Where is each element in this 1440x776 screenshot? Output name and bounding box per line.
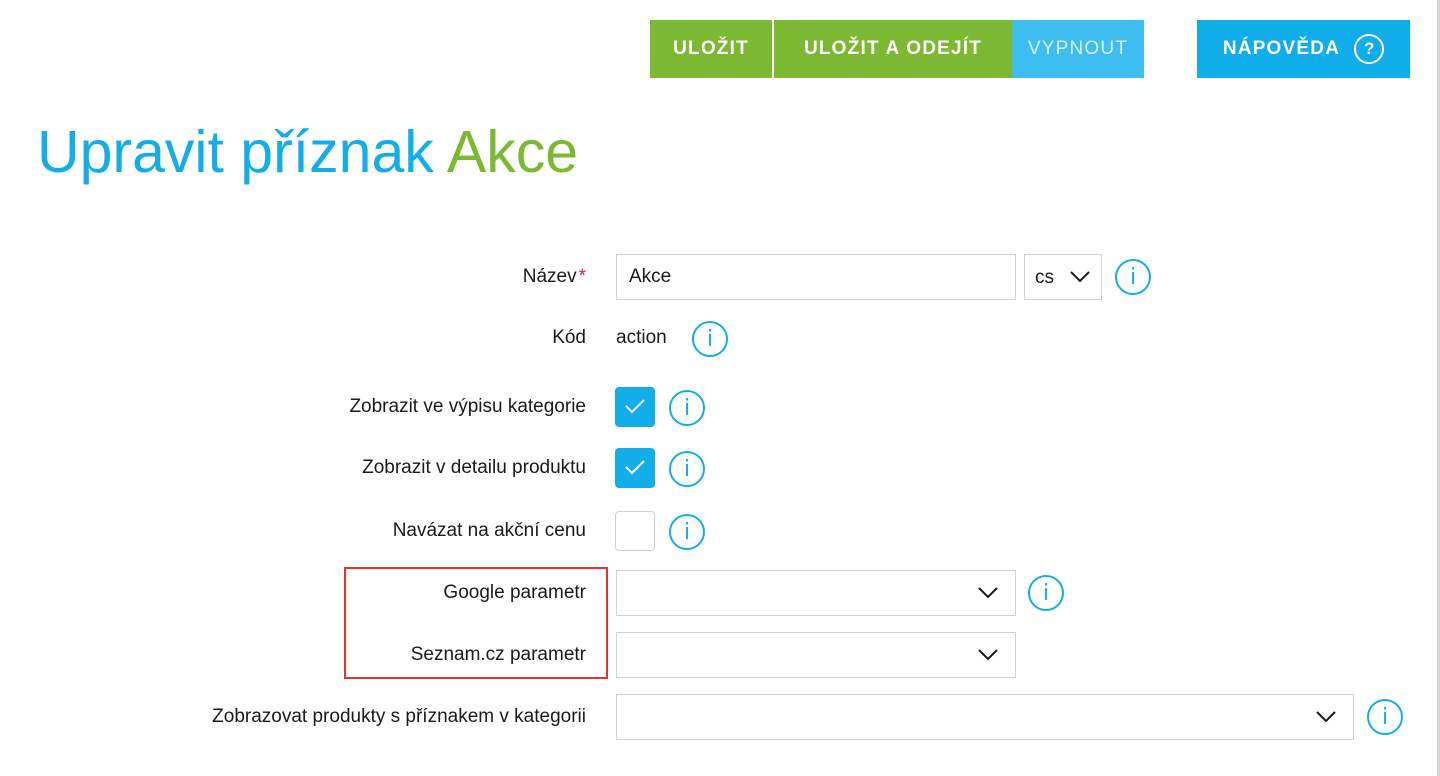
chevron-down-icon (1316, 711, 1336, 723)
required-mark: * (578, 266, 586, 287)
save-button[interactable]: ULOŽIT (650, 20, 772, 78)
chevron-down-icon (978, 587, 998, 599)
chevron-down-icon (1070, 271, 1090, 283)
show-in-category-label: Zobrazit ve výpisu kategorie (349, 396, 586, 417)
language-select[interactable]: cs (1024, 254, 1102, 300)
google-param-info-icon[interactable]: i (1028, 575, 1064, 611)
link-action-price-label: Navázat na akční cenu (392, 520, 586, 541)
code-info-icon[interactable]: i (692, 321, 728, 357)
link-action-price-checkbox[interactable] (615, 511, 655, 551)
google-param-label: Google parametr (443, 582, 586, 603)
action-toolbar: ULOŽIT ULOŽIT A ODEJÍT VYPNOUT (650, 20, 1144, 78)
show-in-detail-checkbox[interactable] (615, 448, 655, 488)
checkmark-icon (625, 399, 645, 414)
name-label-text: Název (522, 266, 577, 287)
show-products-category-info-icon[interactable]: i (1367, 699, 1403, 735)
chevron-down-icon (978, 649, 998, 661)
page-title-main: Upravit příznak (37, 119, 434, 185)
help-button[interactable]: NÁPOVĚDA ? (1197, 20, 1410, 78)
code-value: action (616, 327, 667, 348)
save-and-exit-button[interactable]: ULOŽIT A ODEJÍT (774, 20, 1012, 78)
show-in-detail-label: Zobrazit v detailu produktu (362, 457, 586, 478)
name-label: Název * (523, 266, 586, 288)
disable-button[interactable]: VYPNOUT (1012, 20, 1144, 78)
help-label: NÁPOVĚDA (1222, 38, 1341, 59)
page-title: Upravit příznak Akce (37, 112, 578, 192)
show-products-category-select[interactable] (616, 694, 1354, 740)
seznam-param-select[interactable] (616, 632, 1016, 678)
checkmark-icon (625, 460, 645, 475)
name-input[interactable]: Akce (616, 254, 1016, 300)
code-label: Kód (552, 327, 586, 348)
show-in-category-checkbox[interactable] (615, 387, 655, 427)
question-icon: ? (1354, 34, 1385, 64)
page-title-accent: Akce (446, 119, 579, 185)
seznam-param-label: Seznam.cz parametr (410, 644, 586, 665)
show-products-category-label: Zobrazovat produkty s příznakem v katego… (212, 706, 586, 727)
language-value: cs (1035, 267, 1054, 288)
name-info-icon[interactable]: i (1115, 259, 1151, 295)
link-action-price-info-icon[interactable]: i (669, 514, 705, 550)
show-in-category-info-icon[interactable]: i (669, 390, 705, 426)
show-in-detail-info-icon[interactable]: i (669, 451, 705, 487)
google-param-select[interactable] (616, 570, 1016, 616)
